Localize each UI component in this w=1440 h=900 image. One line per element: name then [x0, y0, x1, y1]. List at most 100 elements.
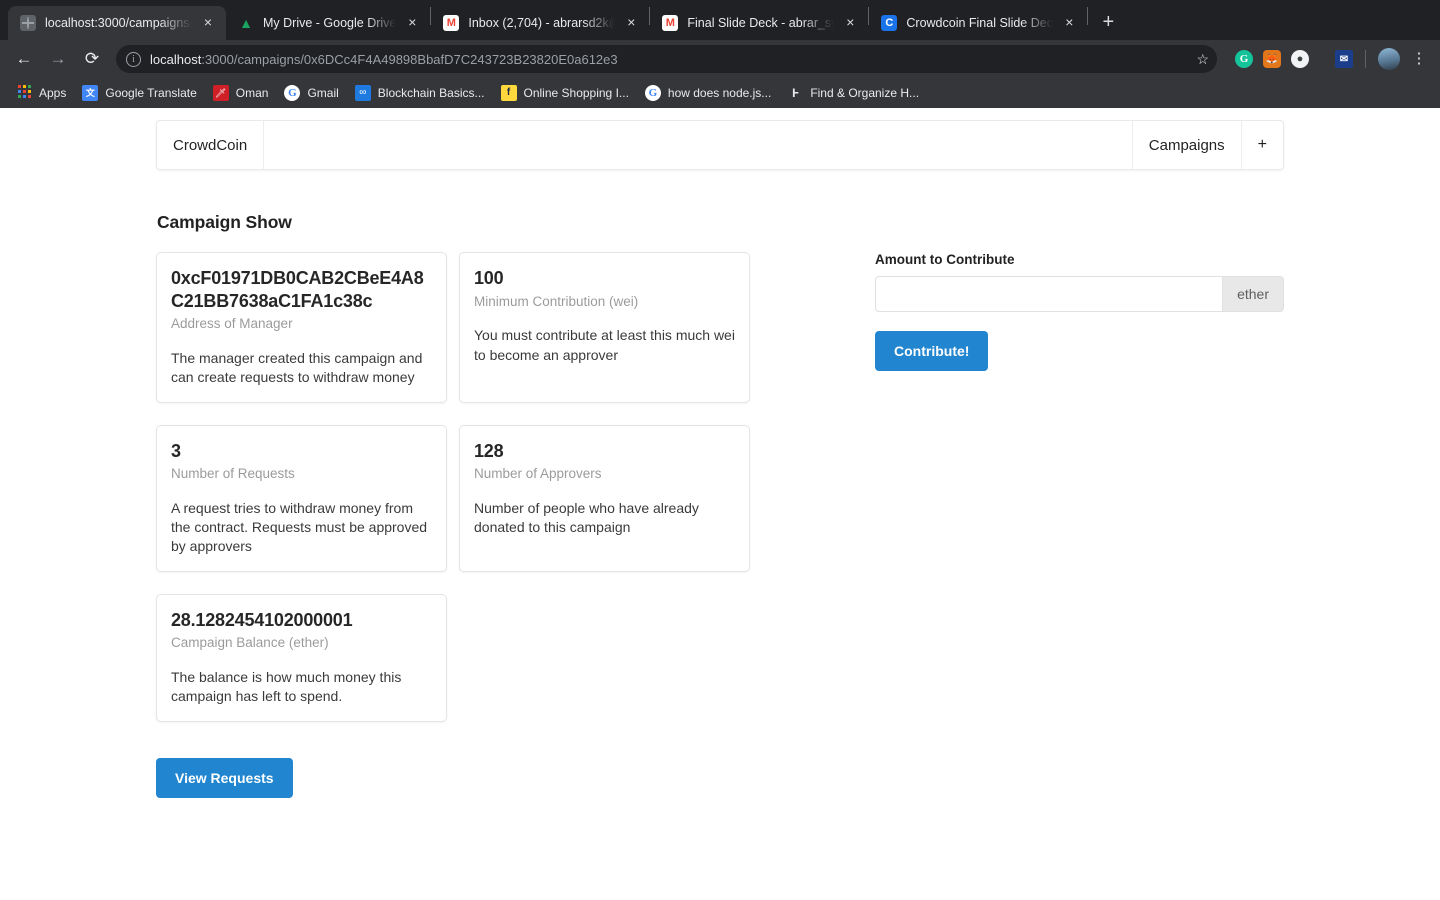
- bookmark-blockchain-basics[interactable]: ∞ Blockchain Basics...: [347, 81, 493, 105]
- gmail-icon: M: [662, 15, 679, 31]
- card-number-of-requests: 3 Number of Requests A request tries to …: [156, 424, 447, 572]
- navbar-spacer: [264, 121, 1132, 169]
- tab-title: localhost:3000/campaigns/0x6: [45, 16, 192, 30]
- back-button[interactable]: ←: [10, 45, 38, 73]
- bookmarks-bar: Apps 文 Google Translate 🗡 Oman G Gmail ∞…: [0, 78, 1440, 108]
- card-description: Number of people who have already donate…: [474, 499, 699, 536]
- browser-menu-icon[interactable]: ⋮: [1408, 51, 1430, 67]
- card-description: You must contribute at least this much w…: [474, 327, 735, 363]
- content-container: CrowdCoin Campaigns + Campaign Show 0xcF…: [156, 108, 1284, 798]
- tab-close-icon[interactable]: ×: [200, 15, 216, 31]
- tab-strip: localhost:3000/campaigns/0x6 × My Drive …: [0, 0, 1440, 40]
- card-description: The balance is how much money this campa…: [171, 668, 402, 705]
- tab-title: Inbox (2,704) - abrarsd2k@gm: [468, 16, 615, 30]
- card-header: 28.1282454102000001: [171, 609, 353, 630]
- card-meta: Minimum Contribution (wei): [474, 293, 639, 309]
- google-icon: G: [644, 85, 661, 101]
- h-icon: Ⱶ: [792, 86, 799, 100]
- card-row-2: 3 Number of Requests A request tries to …: [156, 424, 753, 572]
- card-manager-address: 0xcF01971DB0CAB2CBeE4A8C21BB7638aC1FA1c3…: [156, 252, 447, 403]
- metamask-extension-icon[interactable]: 🦊: [1263, 50, 1281, 68]
- bookmark-how-does-nodejs[interactable]: G how does node.js...: [637, 81, 779, 105]
- main-layout: 0xcF01971DB0CAB2CBeE4A8C21BB7638aC1FA1c3…: [156, 252, 1284, 798]
- cards-column: 0xcF01971DB0CAB2CBeE4A8C21BB7638aC1FA1c3…: [156, 252, 753, 798]
- tab-close-icon[interactable]: ×: [842, 15, 858, 31]
- card-description: A request tries to withdraw money from t…: [171, 499, 428, 555]
- tab-title: Final Slide Deck - abrar_syed@: [687, 16, 835, 30]
- bookmark-find-organize[interactable]: Ⱶ Find & Organize H...: [779, 81, 927, 105]
- card-row-3: 28.1282454102000001 Campaign Balance (et…: [156, 593, 753, 722]
- nav-item-add-campaign[interactable]: +: [1240, 121, 1283, 169]
- google-icon: G: [284, 85, 301, 101]
- site-info-icon[interactable]: i: [126, 51, 141, 67]
- google-slides-icon: C: [881, 15, 898, 31]
- page-content: CrowdCoin Campaigns + Campaign Show 0xcF…: [0, 108, 1440, 900]
- bookmark-oman[interactable]: 🗡 Oman: [205, 81, 277, 105]
- globe-icon: [20, 15, 36, 31]
- tab-divider: [1087, 7, 1089, 25]
- grammarly-extension-icon[interactable]: G: [1235, 50, 1253, 68]
- forward-button[interactable]: →: [44, 45, 72, 73]
- contribute-button[interactable]: Contribute!: [875, 331, 989, 371]
- card-meta: Number of Requests: [171, 466, 295, 482]
- apps-grid-icon: [16, 85, 32, 101]
- tab-close-icon[interactable]: ×: [1061, 15, 1077, 31]
- new-tab-button[interactable]: +: [1094, 9, 1122, 37]
- bookmark-gmail[interactable]: G Gmail: [276, 81, 346, 105]
- card-header: 3: [171, 440, 181, 461]
- card-row-1: 0xcF01971DB0CAB2CBeE4A8C21BB7638aC1FA1c3…: [156, 252, 753, 403]
- browser-tab-3[interactable]: M Final Slide Deck - abrar_syed@ ×: [650, 6, 868, 40]
- translate-icon: 文: [82, 85, 99, 101]
- view-requests-button[interactable]: View Requests: [156, 757, 293, 798]
- profile-avatar[interactable]: [1378, 48, 1400, 70]
- tab-close-icon[interactable]: ×: [404, 15, 420, 31]
- amount-to-contribute-label: Amount to Contribute: [875, 252, 1015, 267]
- card-header: 0xcF01971DB0CAB2CBeE4A8C21BB7638aC1FA1c3…: [171, 268, 424, 311]
- bookmark-label: Find & Organize H...: [810, 86, 920, 100]
- bookmark-star-icon[interactable]: ☆: [1188, 51, 1209, 68]
- address-bar[interactable]: i localhost:3000/campaigns/0x6DCc4F4A498…: [116, 45, 1217, 73]
- card-spacer: [447, 425, 459, 572]
- browser-tab-1[interactable]: My Drive - Google Drive ×: [226, 6, 430, 40]
- tab-title: My Drive - Google Drive: [263, 16, 397, 30]
- reload-button[interactable]: ⟳: [78, 45, 106, 73]
- generic-extension-icon[interactable]: ●: [1291, 50, 1309, 68]
- bookmark-apps[interactable]: Apps: [8, 81, 74, 105]
- bookmark-google-translate[interactable]: 文 Google Translate: [74, 81, 204, 105]
- card-meta: Address of Manager: [171, 316, 293, 332]
- bookmark-online-shopping[interactable]: f Online Shopping I...: [493, 81, 637, 105]
- tab-close-icon[interactable]: ×: [623, 15, 639, 31]
- ether-unit-label: ether: [1222, 276, 1284, 312]
- app-navbar: CrowdCoin Campaigns +: [156, 120, 1284, 170]
- contribute-column: Amount to Contribute ether Contribute!: [875, 252, 1284, 371]
- browser-chrome: localhost:3000/campaigns/0x6 × My Drive …: [0, 0, 1440, 108]
- url-host: localhost: [150, 51, 202, 67]
- bookmark-label: Gmail: [307, 86, 339, 100]
- browser-tab-4[interactable]: C Crowdcoin Final Slide Deck - P ×: [869, 6, 1087, 40]
- bookmark-manager-extension-icon[interactable]: ✉: [1335, 50, 1353, 68]
- card-minimum-contribution: 100 Minimum Contribution (wei) You must …: [459, 252, 750, 403]
- shopping-icon: f: [500, 85, 517, 101]
- browser-tab-0[interactable]: localhost:3000/campaigns/0x6 ×: [8, 6, 226, 40]
- bookmark-label: Google Translate: [105, 86, 197, 100]
- card-spacer: [447, 252, 459, 403]
- nav-item-campaigns[interactable]: Campaigns: [1131, 121, 1241, 169]
- card-meta: Campaign Balance (ether): [171, 635, 329, 651]
- contribute-button-wrap: Contribute!: [875, 331, 1284, 371]
- card-description: The manager created this campaign and ca…: [171, 349, 423, 386]
- page-title: Campaign Show: [157, 212, 292, 232]
- bookmark-label: how does node.js...: [667, 86, 772, 100]
- infinity-icon: ∞: [354, 85, 371, 101]
- brand-link[interactable]: CrowdCoin: [157, 121, 265, 169]
- amount-input[interactable]: [875, 276, 1223, 312]
- card-campaign-balance: 28.1282454102000001 Campaign Balance (et…: [156, 593, 447, 722]
- browser-toolbar: ← → ⟳ i localhost:3000/campaigns/0x6DCc4…: [0, 40, 1440, 78]
- card-header: 100: [474, 268, 504, 288]
- card-header: 128: [474, 440, 504, 461]
- google-drive-icon: [238, 15, 254, 31]
- browser-tab-2[interactable]: M Inbox (2,704) - abrarsd2k@gm ×: [431, 6, 649, 40]
- gmail-icon: M: [443, 15, 460, 31]
- card-meta: Number of Approvers: [474, 466, 602, 482]
- amount-input-group: ether: [875, 276, 1284, 312]
- address-bar-url: localhost:3000/campaigns/0x6DCc4F4A49898…: [150, 52, 618, 67]
